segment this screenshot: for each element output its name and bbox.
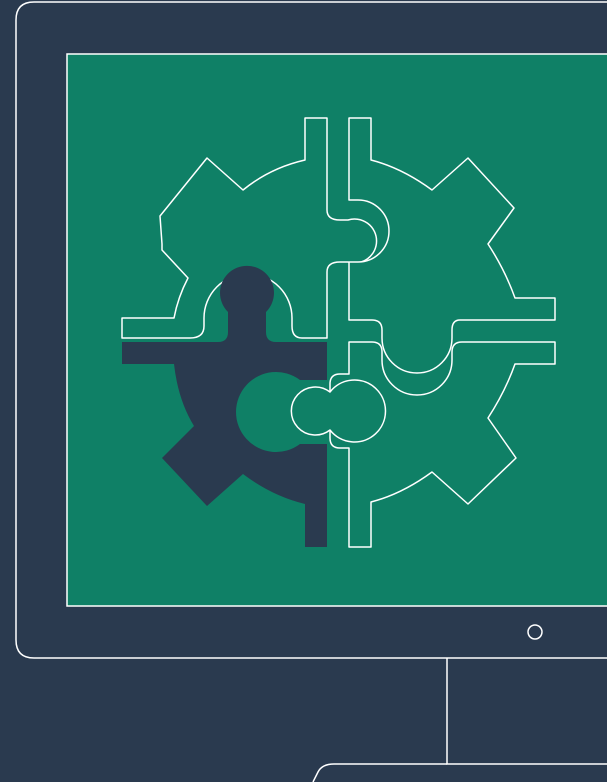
monitor-stand-neck [446, 658, 607, 765]
monitor-stand-base [312, 763, 447, 782]
power-button-icon [527, 624, 543, 640]
monitor-icon [15, 1, 607, 782]
monitor-illustration [0, 0, 607, 782]
